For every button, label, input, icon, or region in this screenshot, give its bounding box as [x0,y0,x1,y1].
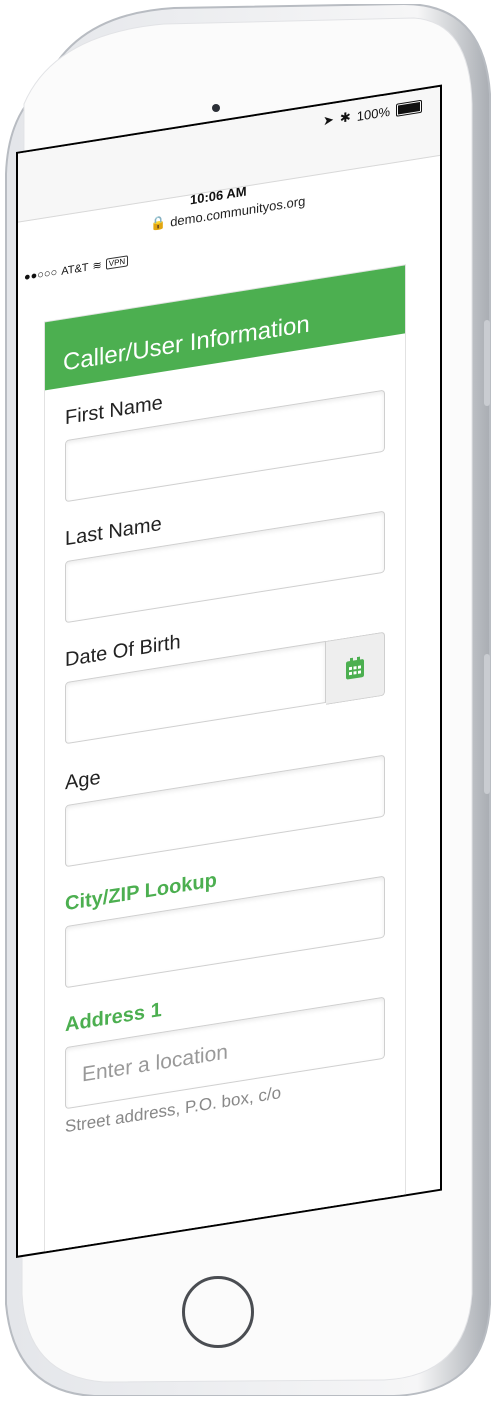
wifi-icon: ≋ [92,259,102,273]
phone-frame: ➤ ✱ 100% 10:06 AM 🔒 demo.communityos.org… [4,4,492,1396]
last-name-field: Last Name [65,478,385,624]
carrier: AT&T [61,261,89,278]
power-button[interactable] [484,320,490,406]
calendar-icon [346,656,364,680]
address1-field: Address 1 Enter a location Street addres… [65,964,385,1138]
proximity-sensor [212,104,220,112]
screen: ➤ ✱ 100% 10:06 AM 🔒 demo.communityos.org… [16,84,442,1259]
caller-info-card: Caller/User Information First Name Last … [44,264,406,1256]
battery-icon [396,99,422,117]
vpn-badge: VPN [105,255,129,270]
dob-field: Date Of Birth [65,599,385,747]
caller-form: First Name Last Name Date Of Birth Age C… [45,333,405,1140]
location-icon: ➤ [322,111,334,129]
city-zip-field: City/ZIP Lookup [65,843,385,989]
status-left: ●●○○○ AT&T ≋ VPN [24,254,129,284]
calendar-button[interactable] [326,631,385,705]
signal-icon: ●●○○○ [24,265,58,284]
lock-icon: 🔒 [150,214,167,232]
home-button[interactable] [182,1276,254,1348]
volume-button[interactable] [484,654,490,794]
battery-percent: 100% [356,103,390,124]
status-right: ➤ ✱ 100% [323,98,422,130]
bluetooth-icon: ✱ [339,108,351,126]
age-field: Age [65,722,385,868]
